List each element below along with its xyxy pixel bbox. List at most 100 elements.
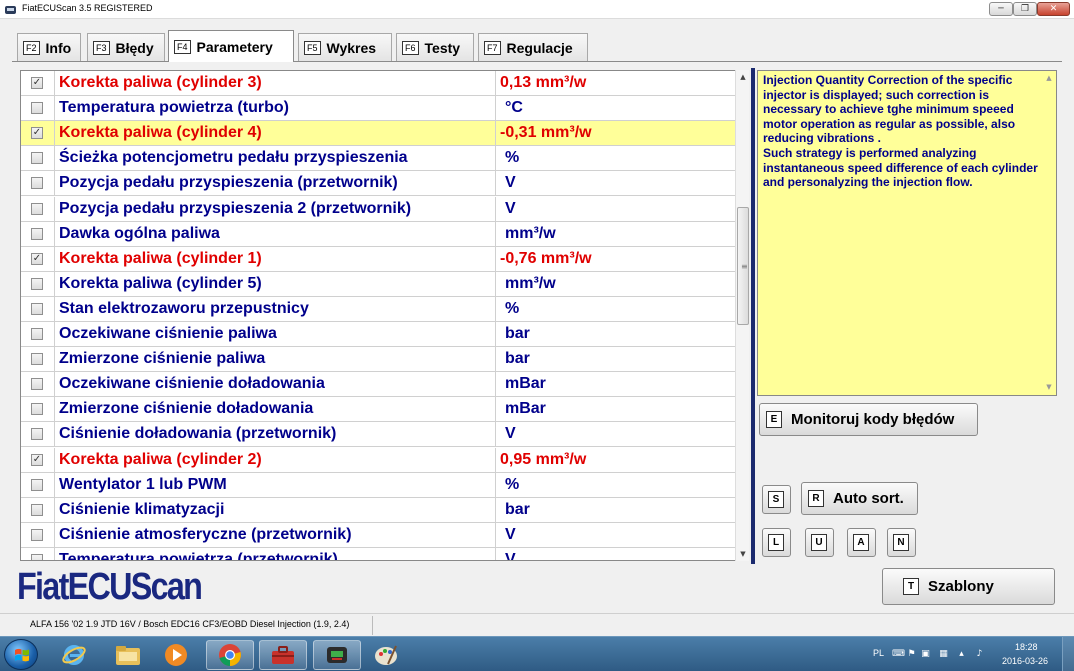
flag-icon[interactable]: ⚑ — [906, 649, 917, 660]
parameter-row[interactable]: Korekta paliwa (cylinder 5) mm³/w — [21, 271, 735, 297]
parameter-checkbox[interactable] — [31, 378, 43, 391]
parameter-row[interactable]: ✓ Korekta paliwa (cylinder 4) -0,31 mm³/w — [21, 121, 735, 147]
parameter-checkbox[interactable] — [31, 403, 43, 416]
parameter-checkbox[interactable] — [31, 503, 43, 516]
parameter-checkbox[interactable] — [31, 277, 43, 290]
task-chrome[interactable] — [206, 640, 254, 670]
parameter-row[interactable]: Zmierzone ciśnienie doładowania mBar — [21, 397, 735, 423]
parameter-checkbox[interactable] — [31, 428, 43, 441]
templates-button[interactable]: T Szablony — [882, 568, 1055, 605]
parameter-value: V — [505, 199, 516, 217]
auto-sort-button[interactable]: R Auto sort. — [801, 482, 918, 515]
keyboard-icon[interactable]: ⌨ — [892, 649, 905, 660]
minimize-icon: ─ — [998, 4, 1004, 14]
signal-icon[interactable]: ▴ — [956, 649, 967, 660]
tab-chart[interactable]: F5 Wykres — [298, 33, 392, 61]
parameter-checkbox[interactable]: ✓ — [31, 127, 43, 140]
s-button[interactable]: S — [762, 485, 791, 514]
scroll-up-icon[interactable]: ▲ — [736, 70, 750, 84]
parameter-name: Zmierzone ciśnienie doładowania — [59, 400, 314, 418]
panel-divider[interactable] — [751, 68, 755, 564]
parameter-row[interactable]: Ciśnienie klimatyzacji bar — [21, 497, 735, 523]
parameter-row[interactable]: Wentylator 1 lub PWM% — [21, 472, 735, 498]
scroll-up-icon[interactable]: ▲ — [1042, 74, 1056, 82]
parameter-checkbox[interactable] — [31, 328, 43, 340]
scroll-thumb[interactable]: ≡ — [737, 207, 749, 325]
parameter-row[interactable]: ✓ Korekta paliwa (cylinder 3) 0,13 mm³/w — [21, 71, 735, 96]
task-file-explorer[interactable] — [104, 640, 152, 670]
parameter-row[interactable]: Oczekiwane ciśnienie doładowania mBar — [21, 372, 735, 398]
parameter-name: Temperatura powietrza (przetwornik) — [59, 550, 338, 561]
parameter-row[interactable]: Pozycja pedału przyspieszenia (przetworn… — [21, 171, 735, 197]
u-button[interactable]: U — [805, 528, 834, 557]
parameter-row[interactable]: Temperatura powietrza (turbo) °C — [21, 96, 735, 122]
parameter-row[interactable]: Zmierzone ciśnienie paliwa bar — [21, 347, 735, 373]
scroll-down-icon[interactable]: ▼ — [1042, 383, 1056, 391]
tab-parameters[interactable]: F4 Parametery — [168, 30, 294, 62]
n-button[interactable]: N — [887, 528, 916, 557]
parameter-row[interactable]: Ciśnienie doładowania (przetwornik) V — [21, 422, 735, 448]
parameter-checkbox[interactable] — [31, 553, 43, 560]
parameter-row[interactable]: Temperatura powietrza (przetwornik) V — [21, 547, 735, 561]
description-scrollbar[interactable]: ▲ ▼ — [1042, 71, 1056, 395]
parameter-row[interactable]: Ścieżka potencjometru pedału przyspiesze… — [21, 146, 735, 172]
grid-line — [495, 96, 496, 122]
button-key: S — [768, 491, 784, 508]
battery-icon[interactable]: ▣ — [920, 649, 931, 660]
parameter-checkbox[interactable]: ✓ — [31, 252, 43, 265]
clock-date[interactable]: 2016-03-26 — [1002, 656, 1048, 666]
volume-icon[interactable]: ♪ — [974, 649, 985, 660]
show-desktop-button[interactable] — [1062, 637, 1074, 671]
grid-line — [495, 447, 496, 473]
tab-errors[interactable]: F3 Błędy — [87, 33, 165, 61]
a-button[interactable]: A — [847, 528, 876, 557]
parameter-checkbox[interactable] — [31, 202, 43, 215]
close-button[interactable]: ✕ — [1037, 2, 1070, 16]
grid-scrollbar[interactable]: ▲ ≡ ▼ — [735, 70, 749, 561]
parameter-row[interactable]: ✓ Korekta paliwa (cylinder 2) 0,95 mm³/w — [21, 447, 735, 473]
parameter-checkbox[interactable] — [31, 227, 43, 240]
language-indicator[interactable]: PL — [873, 648, 884, 658]
tab-label: Testy — [424, 39, 461, 56]
network-icon[interactable]: ▦ — [938, 649, 949, 660]
monitor-error-codes-button[interactable]: E Monitoruj kody błędów — [759, 403, 978, 436]
parameter-checkbox[interactable] — [31, 152, 43, 165]
parameter-row[interactable]: Oczekiwane ciśnienie paliwa bar — [21, 322, 735, 347]
parameter-checkbox[interactable] — [31, 302, 43, 315]
l-button[interactable]: L — [762, 528, 791, 557]
tab-tests[interactable]: F6 Testy — [396, 33, 474, 61]
task-toolbox[interactable] — [259, 640, 307, 670]
grid-line — [54, 71, 55, 96]
parameter-row[interactable]: ✓ Korekta paliwa (cylinder 1) -0,76 mm³/w — [21, 246, 735, 272]
start-button[interactable] — [4, 639, 38, 670]
maximize-button[interactable]: ❐ — [1013, 2, 1037, 16]
parameter-checkbox[interactable] — [31, 478, 43, 491]
scroll-down-icon[interactable]: ▼ — [736, 547, 750, 561]
parameter-name: Dawka ogólna paliwa — [59, 224, 220, 242]
grid-line — [495, 146, 496, 172]
parameter-value: bar — [505, 500, 530, 518]
task-media-player[interactable] — [152, 640, 200, 670]
tab-info[interactable]: F2 Info — [17, 33, 81, 61]
parameter-checkbox[interactable] — [31, 353, 43, 366]
grid-line — [495, 171, 496, 197]
parameter-checkbox[interactable]: ✓ — [31, 453, 43, 466]
minimize-button[interactable]: ─ — [989, 2, 1013, 16]
button-key: N — [893, 534, 909, 551]
parameter-checkbox[interactable] — [31, 177, 43, 190]
grid-line — [495, 472, 496, 498]
parameter-checkbox[interactable] — [31, 528, 43, 541]
task-paint[interactable] — [362, 640, 410, 670]
task-internet-explorer[interactable] — [50, 640, 98, 670]
parameter-row[interactable]: Stan elektrozaworu przepustnicy% — [21, 296, 735, 322]
parameter-row[interactable]: Pozycja pedału przyspieszenia 2 (przetwo… — [21, 196, 735, 222]
parameter-row[interactable]: Dawka ogólna paliwa mm³/w — [21, 221, 735, 247]
tab-adjustments[interactable]: F7 Regulacje — [478, 33, 588, 61]
parameter-checkbox[interactable]: ✓ — [31, 77, 43, 89]
tab-key: F6 — [402, 40, 419, 55]
parameter-row[interactable]: Ciśnienie atmosferyczne (przetwornik) V — [21, 522, 735, 548]
task-fiatecuscan[interactable] — [313, 640, 361, 670]
clock-time[interactable]: 18:28 — [1015, 642, 1038, 652]
parameter-checkbox[interactable] — [31, 102, 43, 115]
grid-line — [54, 447, 55, 473]
